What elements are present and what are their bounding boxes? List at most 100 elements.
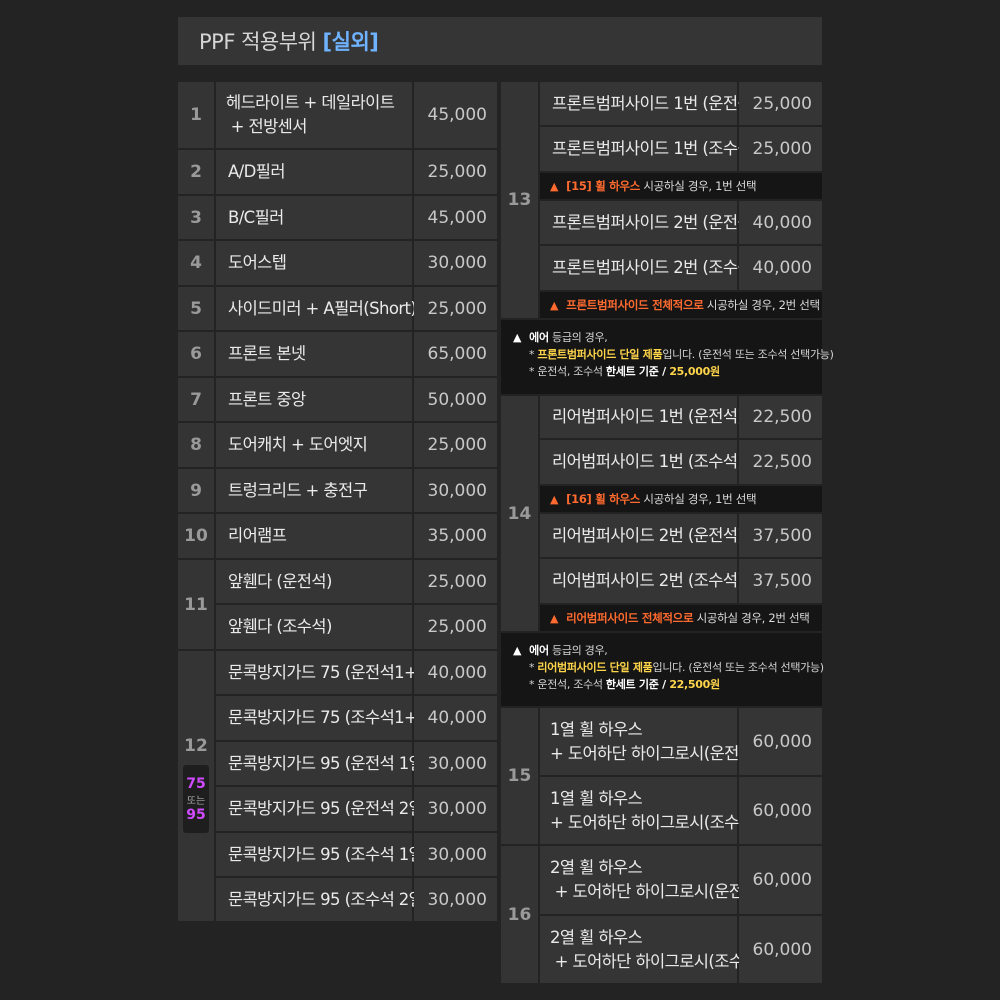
item-price: 25,000 xyxy=(414,150,497,194)
grade-info-box: ▲ 에어 등급의 경우, * 리어범퍼사이드 단일 제품입니다. (운전석 또는 … xyxy=(501,633,825,706)
info-text: 입니다. (운전석 또는 조수석 선택가능) xyxy=(662,348,834,361)
warning-triangle-icon: ▲ xyxy=(550,298,559,312)
item-name-line2: + 전방센서 xyxy=(226,117,308,136)
info-head: 등급의 경우, xyxy=(548,331,608,344)
warning-triangle-icon: ▲ xyxy=(550,179,559,193)
item-price: 45,000 xyxy=(414,196,497,239)
item-price: 60,000 xyxy=(739,916,822,983)
item-price: 60,000 xyxy=(739,777,822,844)
row-number: 16 xyxy=(501,846,538,983)
item-name: 리어범퍼사이드 1번 (운전석) xyxy=(540,396,744,438)
item-name: 프론트범퍼사이드 1번 (조수석) xyxy=(540,127,758,171)
item-price: 25,000 xyxy=(414,287,497,330)
size-option-95: 95 xyxy=(186,806,206,823)
warning-triangle-icon: ▲ xyxy=(550,492,559,506)
item-price: 25,000 xyxy=(414,423,497,467)
item-name: 프론트범퍼사이드 1번 (운전석) xyxy=(540,82,758,125)
item-price: 65,000 xyxy=(414,332,497,376)
item-price: 40,000 xyxy=(739,201,822,244)
item-name-line2: + 도어하단 하이그로시(조수석) xyxy=(550,951,765,971)
item-name: 문콕방지가드 95 (조수석 2열) xyxy=(216,878,430,921)
row-number-text: 12 xyxy=(184,736,208,756)
grade-info-box: ▲ 에어 등급의 경우, * 프론트범퍼사이드 단일 제품입니다. (운전석 또는… xyxy=(501,320,834,394)
item-name-line1: 2열 휠 하우스 xyxy=(550,858,643,878)
size-option-badge: 75 또는 95 xyxy=(183,765,209,833)
item-name: 리어범퍼사이드 2번 (조수석) xyxy=(540,559,744,603)
item-name-line1: 2열 휠 하우스 xyxy=(550,927,643,947)
info-text: 입니다. (운전석 또는 조수석 선택가능) xyxy=(652,661,825,674)
row-number: 3 xyxy=(178,196,214,239)
item-name: 프론트 중앙 xyxy=(216,378,412,421)
note-highlight: 프론트범퍼사이드 전체적으로 xyxy=(566,298,704,312)
item-name: 프론트범퍼사이드 2번 (조수석) xyxy=(540,246,758,290)
item-name: A/D필러 xyxy=(216,150,412,194)
item-name: 앞휀다 (조수석) xyxy=(216,605,412,649)
note-text: 시공하실 경우, 1번 선택 xyxy=(640,492,757,506)
note-text: 시공하실 경우, 2번 선택 xyxy=(693,611,810,625)
item-name: 앞휀다 (운전석) xyxy=(216,560,412,603)
note-text: 시공하실 경우, 2번 선택 xyxy=(703,298,820,312)
item-price: 30,000 xyxy=(414,833,497,876)
item-price: 30,000 xyxy=(414,469,497,512)
row-number: 4 xyxy=(178,241,214,285)
item-name-line1: 1열 휠 하우스 xyxy=(550,719,643,739)
item-name: 헤드라이트 + 데일라이트 + 전방센서 xyxy=(216,82,412,148)
item-name: 프론트범퍼사이드 2번 (운전석) xyxy=(540,201,758,244)
warning-triangle-icon: ▲ xyxy=(550,611,559,625)
item-price: 30,000 xyxy=(414,241,497,285)
info-head: 등급의 경우, xyxy=(548,644,608,657)
item-price: 22,500 xyxy=(739,440,822,484)
row-number: 7 xyxy=(178,378,214,421)
row-number: 6 xyxy=(178,332,214,376)
selection-note: ▲ [15] 휠 하우스 시공하실 경우, 1번 선택 xyxy=(540,173,822,199)
item-price: 40,000 xyxy=(414,651,497,694)
item-price: 35,000 xyxy=(414,514,497,558)
note-highlight: 리어범퍼사이드 전체적으로 xyxy=(566,611,694,625)
item-name: 리어범퍼사이드 1번 (조수석) xyxy=(540,440,744,484)
item-name: 리어범퍼사이드 2번 (운전석) xyxy=(540,514,744,557)
item-name-line2: + 도어하단 하이그로시(운전석) xyxy=(550,743,760,763)
page-title: PPF 적용부위 [실외] xyxy=(199,26,379,56)
selection-note: ▲ [16] 휠 하우스 시공하실 경우, 1번 선택 xyxy=(540,486,822,512)
info-triangle-icon: ▲ xyxy=(513,331,522,344)
item-name: 문콕방지가드 95 (운전석 1열) xyxy=(216,742,430,785)
row-number: 9 xyxy=(178,469,214,512)
size-option-or: 또는 xyxy=(186,795,206,807)
info-bold: 한세트 기준 / xyxy=(605,365,670,378)
item-price: 50,000 xyxy=(414,378,497,421)
row-number: 10 xyxy=(178,514,214,558)
info-grade: 에어 xyxy=(529,644,549,657)
info-bold: 한세트 기준 / xyxy=(605,678,670,691)
info-price: 25,000원 xyxy=(669,365,720,378)
item-name: 문콕방지가드 75 (운전석1+2열) xyxy=(216,651,448,694)
row-number: 11 xyxy=(178,560,214,649)
row-number: 15 xyxy=(501,708,538,844)
item-price: 30,000 xyxy=(414,878,497,921)
row-number: 1 xyxy=(178,82,214,148)
title-prefix: PPF 적용부위 xyxy=(199,30,323,54)
item-name: 문콕방지가드 95 (조수석 1열) xyxy=(216,833,430,876)
row-number: 2 xyxy=(178,150,214,194)
item-name: 프론트 본넷 xyxy=(216,332,412,376)
item-price: 45,000 xyxy=(414,82,497,148)
item-name-line1: 1열 휠 하우스 xyxy=(550,788,643,808)
info-price: 22,500원 xyxy=(669,678,720,691)
item-name: B/C필러 xyxy=(216,196,412,239)
selection-note: ▲ 프론트범퍼사이드 전체적으로 시공하실 경우, 2번 선택 xyxy=(540,292,822,318)
info-text: * 운전석, 조수석 xyxy=(529,678,606,691)
size-option-75: 75 xyxy=(186,775,206,792)
item-name-line1: 헤드라이트 + 데일라이트 xyxy=(226,93,395,113)
item-price: 25,000 xyxy=(739,82,822,125)
item-price: 40,000 xyxy=(739,246,822,290)
info-highlight: 프론트범퍼사이드 단일 제품 xyxy=(537,348,663,361)
item-name: 1열 휠 하우스 + 도어하단 하이그로시(운전석) xyxy=(540,708,760,775)
item-price: 30,000 xyxy=(414,787,497,831)
info-triangle-icon: ▲ xyxy=(513,644,522,657)
title-bracket: [실외] xyxy=(322,30,379,54)
item-name: 2열 휠 하우스 + 도어하단 하이그로시(조수석) xyxy=(540,916,764,983)
item-price: 25,000 xyxy=(739,127,822,171)
note-highlight: [16] 휠 하우스 xyxy=(566,492,641,506)
note-text: 시공하실 경우, 1번 선택 xyxy=(640,179,757,193)
item-price: 40,000 xyxy=(414,696,497,740)
selection-note: ▲ 리어범퍼사이드 전체적으로 시공하실 경우, 2번 선택 xyxy=(540,605,822,631)
